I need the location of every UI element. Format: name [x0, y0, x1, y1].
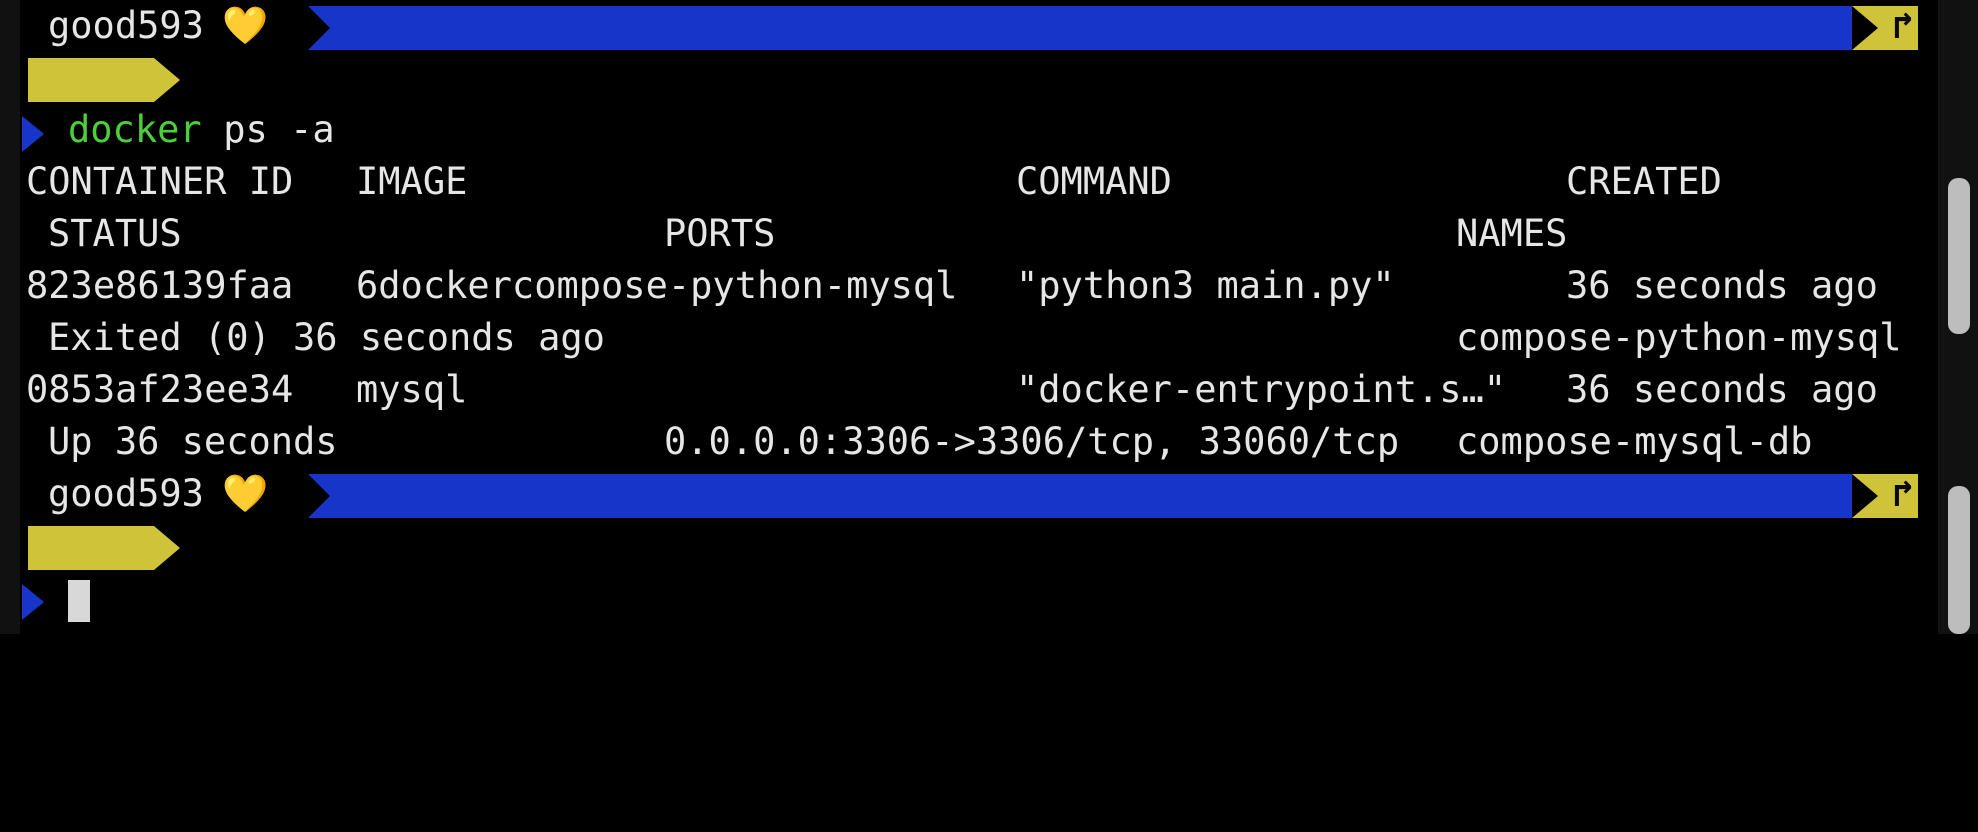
cell-created: 36 seconds ago: [1566, 264, 1878, 307]
prompt-user: good593: [48, 4, 204, 47]
cell-ports: 0.0.0.0:3306->3306/tcp, 33060/tcp: [664, 420, 1400, 463]
command-args: ps -a: [201, 108, 335, 151]
header-image: IMAGE: [356, 160, 468, 203]
prompt-user: good593: [48, 472, 204, 515]
header-status: STATUS: [48, 212, 182, 255]
header-container-id: CONTAINER ID: [26, 160, 294, 203]
terminal-window[interactable]: good593 💛 ~/dev/github/course_dev_basic/…: [0, 0, 1978, 634]
heart-icon: 💛: [222, 472, 269, 515]
scrollbar-thumb-secondary[interactable]: [1948, 486, 1970, 634]
branch-segment: dev ±: [28, 526, 180, 570]
prompt-path-segment: ~/dev/github/course_dev_basic/docker/sam…: [308, 474, 1852, 518]
table-row: 0853af23ee34 mysql "docker-entrypoint.s……: [0, 364, 1938, 416]
prompt-branch-line-1: dev ±: [0, 52, 400, 104]
text-cursor: [68, 580, 90, 622]
cell-container-id: 823e86139faa: [26, 264, 294, 307]
prompt-chevron-icon: [22, 116, 44, 152]
input-line[interactable]: [0, 572, 1938, 634]
prompt-line-2: good593 💛 ~/dev/github/course_dev_basic/…: [0, 468, 1938, 520]
table-header-2: STATUS PORTS NAMES: [0, 208, 1938, 260]
cell-status: Up 36 seconds: [48, 420, 338, 463]
cell-status: Exited (0) 36 seconds ago: [48, 316, 605, 359]
cell-container-id: 0853af23ee34: [26, 368, 294, 411]
table-row-continuation: Up 36 seconds 0.0.0.0:3306->3306/tcp, 33…: [0, 416, 1938, 468]
branch-segment: dev ±: [28, 58, 180, 102]
scrollbar-thumb[interactable]: [1948, 178, 1970, 334]
prompt-branch-line-2: dev ±: [0, 520, 400, 572]
cell-names: compose-python-mysql: [1456, 316, 1902, 359]
git-branch-icon: ↱: [1892, 472, 1915, 515]
cell-names: compose-mysql-db: [1456, 420, 1813, 463]
cell-image: mysql: [356, 368, 468, 411]
cell-created: 36 seconds ago: [1566, 368, 1878, 411]
header-command: COMMAND: [1016, 160, 1172, 203]
prompt-chevron-icon: [22, 584, 44, 620]
cell-command: "docker-entrypoint.s…": [1016, 368, 1507, 411]
prompt-line-1: good593 💛 ~/dev/github/course_dev_basic/…: [0, 0, 1938, 52]
header-created: CREATED: [1566, 160, 1722, 203]
git-branch-icon: ↱: [1892, 4, 1915, 47]
table-header-1: CONTAINER ID IMAGE COMMAND CREATED: [0, 156, 1938, 208]
heart-icon: 💛: [222, 4, 269, 47]
command-program: docker: [68, 108, 202, 151]
command-line: docker ps -a: [0, 104, 1938, 156]
header-names: NAMES: [1456, 212, 1568, 255]
cell-image: 6dockercompose-python-mysql: [356, 264, 958, 307]
header-ports: PORTS: [664, 212, 776, 255]
table-row: 823e86139faa 6dockercompose-python-mysql…: [0, 260, 1938, 312]
prompt-path-segment: ~/dev/github/course_dev_basic/docker/sam…: [308, 6, 1852, 50]
prompt-path: ~/dev/github/course_dev_basic/docker/sam…: [491, 50, 1964, 93]
prompt-path: ~/dev/github/course_dev_basic/docker/sam…: [491, 518, 1964, 561]
cell-command: "python3 main.py": [1016, 264, 1395, 307]
table-row-continuation: Exited (0) 36 seconds ago compose-python…: [0, 312, 1938, 364]
